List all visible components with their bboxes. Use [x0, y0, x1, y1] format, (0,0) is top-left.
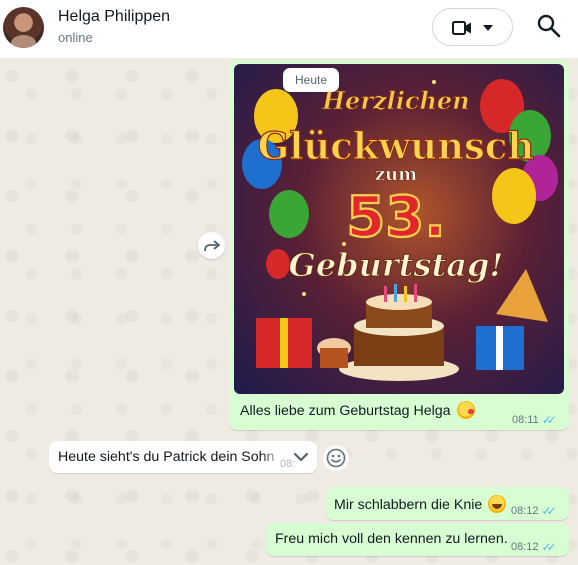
message-meta: 08:11 ✓✓: [512, 413, 557, 427]
message-text: Mir schlabbern die Knie: [334, 497, 483, 513]
message-time: 08:12: [511, 541, 539, 553]
react-button[interactable]: [323, 445, 349, 471]
svg-text:Glückwunsch: Glückwunsch: [258, 124, 535, 168]
laughing-emoji-icon: [488, 495, 507, 513]
forward-icon: [203, 239, 220, 251]
svg-text:Herzlichen: Herzlichen: [321, 86, 469, 115]
outgoing-message-bubble[interactable]: Freu mich voll den kennen zu lernen. 08:…: [266, 523, 569, 556]
outgoing-message-text: Mir schlabbern die Knie: [334, 495, 507, 513]
chevron-down-icon[interactable]: [291, 449, 311, 465]
message-time: 08:11: [512, 414, 539, 426]
message-time: 08:12: [511, 505, 539, 517]
birthday-illustration: Herzlichen Glückwunsch zum 53. Geburtsta…: [242, 79, 558, 381]
chat-header: Helga Philippen online: [0, 0, 578, 58]
date-chip: Heute: [283, 68, 339, 92]
image-message-bubble[interactable]: Herzlichen Glückwunsch zum 53. Geburtsta…: [229, 60, 569, 430]
svg-text:53.: 53.: [346, 185, 445, 250]
video-call-button[interactable]: [432, 8, 513, 46]
outgoing-message-text: Freu mich voll den kennen zu lernen.: [275, 531, 508, 547]
kiss-emoji-icon: [456, 401, 475, 419]
caret-down-icon: [483, 25, 493, 31]
double-check-icon: ✓✓: [541, 540, 557, 554]
contact-status: online: [58, 30, 93, 45]
forward-button[interactable]: [198, 232, 225, 259]
video-call-icon: [452, 21, 471, 35]
incoming-message-text: Heute sieht's du Patrick dein Sohn: [58, 449, 275, 465]
search-icon[interactable]: [536, 13, 562, 39]
svg-text:Geburtstag!: Geburtstag!: [289, 246, 504, 284]
image-caption: Alles liebe zum Geburtstag Helga: [240, 401, 475, 419]
incoming-message-bubble[interactable]: Heute sieht's du Patrick dein Sohn: [49, 441, 317, 473]
contact-avatar[interactable]: [3, 7, 44, 48]
caption-text: Alles liebe zum Geburtstag Helga: [240, 403, 451, 419]
message-meta: 08:12 ✓✓: [511, 540, 557, 554]
contact-name[interactable]: Helga Philippen: [58, 8, 170, 26]
message-meta: 08:12 ✓✓: [511, 504, 557, 518]
outgoing-message-bubble[interactable]: Mir schlabbern die Knie 08:12 ✓✓: [326, 487, 569, 520]
svg-text:zum: zum: [375, 164, 417, 185]
double-check-icon: ✓✓: [541, 413, 557, 427]
double-check-icon: ✓✓: [541, 504, 557, 518]
emoji-react-icon: [326, 448, 346, 468]
birthday-image[interactable]: Herzlichen Glückwunsch zum 53. Geburtsta…: [234, 64, 564, 394]
